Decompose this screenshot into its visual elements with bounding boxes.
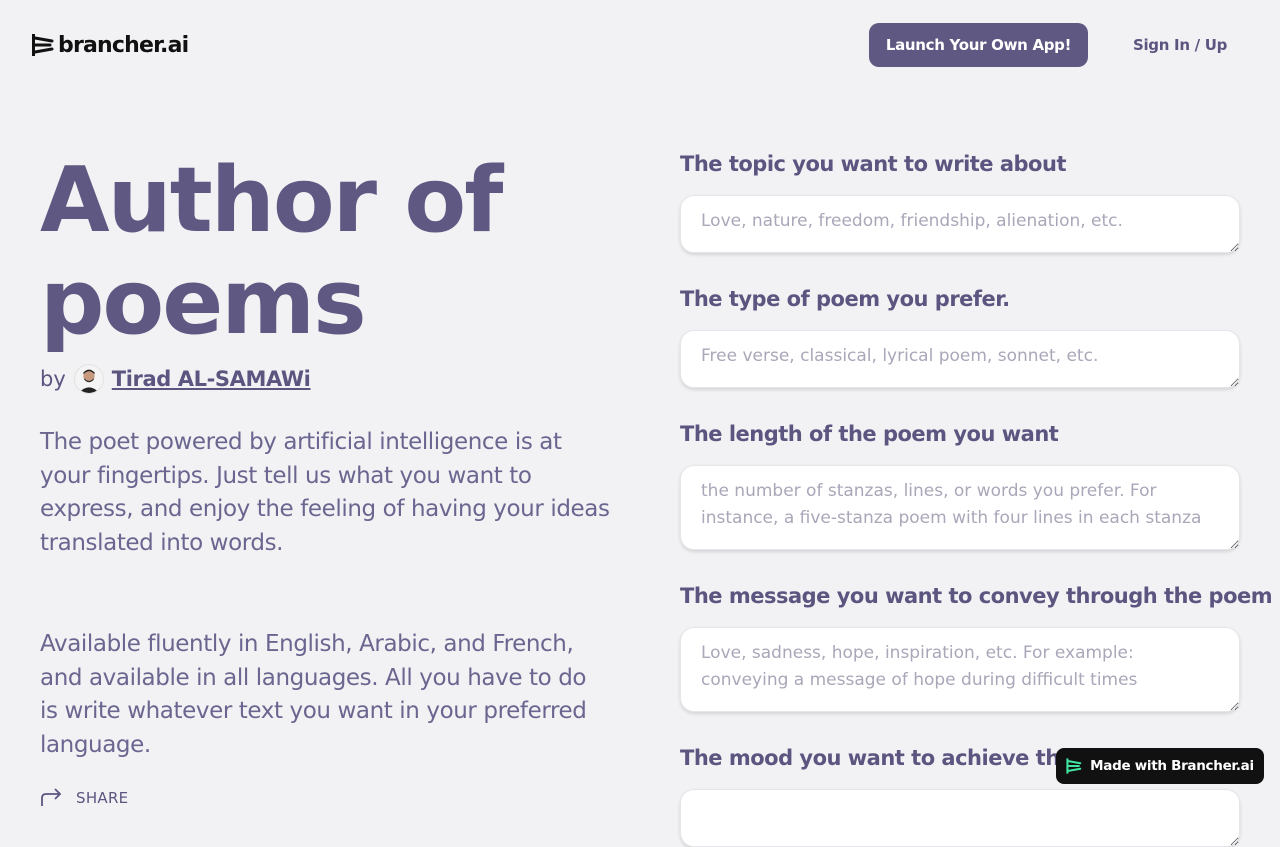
page-title: Author of poems: [40, 148, 503, 355]
made-with-brancher-badge[interactable]: Made with Brancher.ai: [1056, 748, 1264, 784]
sign-in-link[interactable]: Sign In / Up: [1110, 23, 1250, 67]
brancher-logo-icon: [32, 34, 54, 56]
poem-type-label: The type of poem you prefer.: [680, 287, 1010, 311]
author-byline: by Tirad AL-SAMAWi: [40, 362, 311, 396]
description-primary: The poet powered by artificial intellige…: [40, 429, 610, 557]
topic-label: The topic you want to write about: [680, 152, 1066, 176]
message-label: The message you want to convey through t…: [680, 584, 1273, 608]
description-languages: Available fluently in English, Arabic, a…: [40, 631, 587, 759]
poem-length-input[interactable]: [680, 465, 1240, 550]
hero-section: Author of poems: [40, 150, 620, 354]
author-link[interactable]: Tirad AL-SAMAWi: [112, 367, 311, 391]
mood-input[interactable]: [680, 789, 1240, 847]
by-label: by: [40, 367, 66, 391]
avatar-portrait-icon: [78, 369, 100, 393]
mood-label: The mood you want to achieve throu: [680, 746, 1098, 770]
launch-app-button[interactable]: Launch Your Own App!: [869, 23, 1088, 67]
badge-label: Made with Brancher.ai: [1090, 758, 1254, 774]
poem-length-label: The length of the poem you want: [680, 422, 1059, 446]
brancher-badge-icon: [1066, 758, 1082, 774]
share-icon: [41, 788, 62, 806]
topic-input[interactable]: [680, 195, 1240, 253]
top-navigation: brancher.ai Launch Your Own App! Sign In…: [0, 0, 1280, 90]
author-avatar[interactable]: [73, 364, 104, 394]
poem-type-input[interactable]: [680, 330, 1240, 388]
brancher-logo[interactable]: brancher.ai: [32, 30, 189, 60]
message-input[interactable]: [680, 627, 1240, 712]
logo-text: brancher.ai: [58, 32, 189, 58]
share-label: SHARE: [76, 789, 129, 807]
share-button[interactable]: SHARE: [40, 786, 128, 810]
